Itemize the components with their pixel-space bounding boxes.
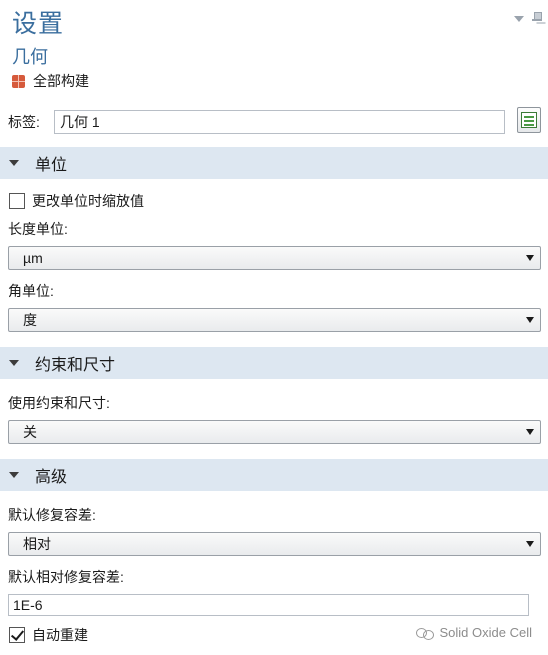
watermark-text: Solid Oxide Cell: [439, 625, 533, 640]
repair-tolerance-value: 相对: [23, 536, 51, 552]
use-constraints-label: 使用约束和尺寸:: [8, 395, 110, 411]
scale-values-checkbox-row[interactable]: 更改单位时缩放值: [9, 191, 144, 211]
angle-unit-label: 角单位:: [8, 283, 54, 299]
collapse-icon: [9, 360, 19, 366]
section-units-label: 单位: [35, 157, 68, 174]
build-all-label: 全部构建: [33, 73, 89, 89]
relative-repair-tolerance-input[interactable]: [8, 594, 529, 616]
section-constraints-header[interactable]: 约束和尺寸: [0, 347, 548, 379]
wechat-icon: [415, 627, 434, 640]
auto-rebuild-checkbox[interactable]: [9, 627, 25, 643]
label-field-label: 标签:: [8, 114, 40, 130]
collapse-icon: [9, 160, 19, 166]
scale-values-label: 更改单位时缩放值: [32, 193, 144, 209]
label-row: 标签:: [8, 107, 541, 134]
auto-rebuild-checkbox-row[interactable]: 自动重建: [9, 625, 88, 645]
collapse-icon: [9, 472, 19, 478]
use-constraints-select[interactable]: 关: [8, 420, 541, 444]
dropdown-arrow-icon: [526, 429, 534, 435]
length-unit-label: 长度单位:: [8, 221, 68, 237]
label-input[interactable]: [54, 110, 505, 134]
watermark: Solid Oxide Cell: [415, 625, 533, 640]
label-node-button[interactable]: [517, 107, 541, 133]
build-all-button[interactable]: 全部构建: [12, 71, 89, 91]
panel-title: 设置: [12, 10, 65, 38]
node-label-icon: [521, 112, 537, 128]
scale-values-checkbox[interactable]: [9, 193, 25, 209]
dropdown-arrow-icon: [526, 317, 534, 323]
use-constraints-value: 关: [23, 424, 37, 440]
section-advanced-header[interactable]: 高级: [0, 459, 548, 491]
repair-tolerance-select[interactable]: 相对: [8, 532, 541, 556]
title-controls: [514, 12, 542, 26]
relative-repair-tolerance-label: 默认相对修复容差:: [8, 569, 124, 585]
length-unit-select[interactable]: µm: [8, 246, 541, 270]
section-units-header[interactable]: 单位: [0, 147, 548, 179]
dropdown-arrow-icon: [526, 541, 534, 547]
section-constraints-label: 约束和尺寸: [35, 357, 116, 374]
repair-tolerance-label: 默认修复容差:: [8, 507, 96, 523]
section-advanced-label: 高级: [35, 469, 68, 486]
node-type-title: 几何: [12, 47, 48, 67]
angle-unit-select[interactable]: 度: [8, 308, 541, 332]
length-unit-value: µm: [23, 250, 43, 266]
pin-icon[interactable]: [532, 12, 542, 26]
panel-menu-icon[interactable]: [514, 16, 524, 22]
build-all-icon: [12, 74, 25, 88]
angle-unit-value: 度: [23, 312, 37, 328]
auto-rebuild-label: 自动重建: [32, 627, 88, 643]
dropdown-arrow-icon: [526, 255, 534, 261]
